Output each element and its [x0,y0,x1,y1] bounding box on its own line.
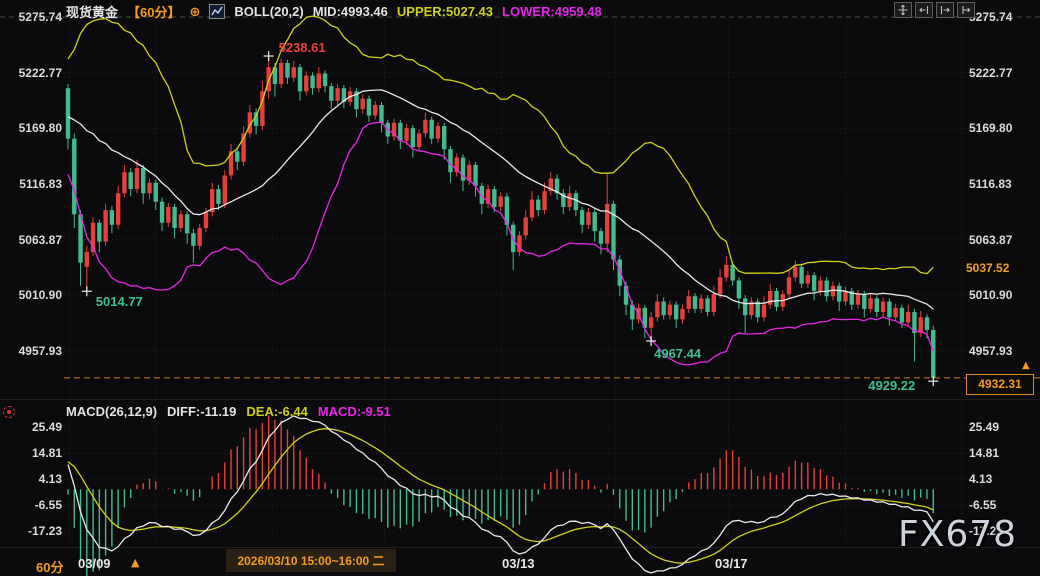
price-tick-label: 5063.87 [2,233,62,247]
upper-band-value-badge: 5037.52 [966,259,1026,276]
macd-diff-value: DIFF:-11.19 [167,404,236,419]
boll-mid-value: MID:4993.46 [313,4,388,19]
macd-header: MACD(26,12,9) DIFF:-11.19 DEA:-6.44 MACD… [66,404,391,419]
macd-tick-label: 4.13 [2,472,62,486]
price-tick-label: 5116.83 [969,177,1012,191]
pan-icon[interactable] [894,2,912,18]
macd-params-label: MACD(26,12,9) [66,404,157,419]
macd-dea-value: DEA:-6.44 [246,404,307,419]
price-alert-flag-icon: ▲ [1022,361,1030,371]
price-tick-label: 5222.77 [2,66,62,80]
hovered-bar-time-tooltip: 2026/03/10 15:00~16:00 二 [226,549,396,572]
price-tick-label: 5222.77 [969,66,1012,80]
axis-scale-right-icon[interactable] [936,2,954,18]
price-tick-label: 5169.80 [2,121,62,135]
macd-value: MACD:-9.51 [318,404,391,419]
price-tick-label: 4957.93 [2,344,62,358]
price-tick-label: 5063.87 [969,233,1012,247]
period-up-triangle-icon[interactable]: ▲ [131,556,139,569]
indicator-record-icon[interactable] [3,406,15,418]
macd-tick-label: 25.49 [969,420,999,434]
price-chart-canvas[interactable] [0,0,1040,576]
chart-thumbnail-icon[interactable] [209,4,225,19]
high-price-annotation: 5238.61 [279,40,326,55]
time-axis: 60分 ▲ 03/09 2026/03/10 15:00~16:00 二 03/… [0,548,1040,576]
price-tick-label: 5116.83 [2,177,62,191]
price-tick-label: 5169.80 [969,121,1012,135]
macd-tick-label: 25.49 [2,420,62,434]
macd-tick-label: -17.23 [2,524,62,538]
price-tick-label: 5275.74 [969,10,1012,24]
boll-params-label: BOLL(20,2) [234,4,303,19]
boll-lower-value: LOWER:4959.48 [502,4,602,19]
price-tick-label: 5275.74 [2,10,62,24]
chart-header: 现货黄金 【60分】 ⊕ BOLL(20,2) MID:4993.46 UPPE… [66,2,602,21]
target-icon[interactable]: ⊕ [189,4,200,20]
price-tick-label: 5010.90 [2,288,62,302]
shift-right-icon[interactable] [957,2,975,18]
last-price-badge: 4932.31 [966,374,1034,395]
time-label-0317: 03/17 [715,556,748,571]
period-selector[interactable]: 60分 [36,557,63,576]
boll-upper-value: UPPER:5027.43 [397,4,493,19]
axis-scale-left-icon[interactable] [915,2,933,18]
price-tick-label: 4957.93 [969,344,1012,358]
chart-toolbar [894,2,975,18]
low-price-annotation-0309: 5014.77 [96,294,143,309]
macd-tick-label: 4.13 [969,472,992,486]
trading-chart-app: 现货黄金 【60分】 ⊕ BOLL(20,2) MID:4993.46 UPPE… [0,0,1040,576]
price-tick-label: 5010.90 [969,288,1012,302]
session-low-annotation: 4929.22 [868,378,915,393]
macd-tick-label: -6.55 [969,498,996,512]
low-price-annotation-0316: 4967.44 [654,346,701,361]
symbol-name: 现货黄金 [66,2,118,21]
macd-tick-label: 14.81 [969,446,999,460]
fx678-watermark: FX678 [898,514,1017,555]
time-label-0313: 03/13 [502,556,535,571]
time-label-0309: 03/09 [78,556,111,571]
interval-label: 【60分】 [127,2,180,21]
macd-tick-label: 14.81 [2,446,62,460]
macd-tick-label: -6.55 [2,498,62,512]
